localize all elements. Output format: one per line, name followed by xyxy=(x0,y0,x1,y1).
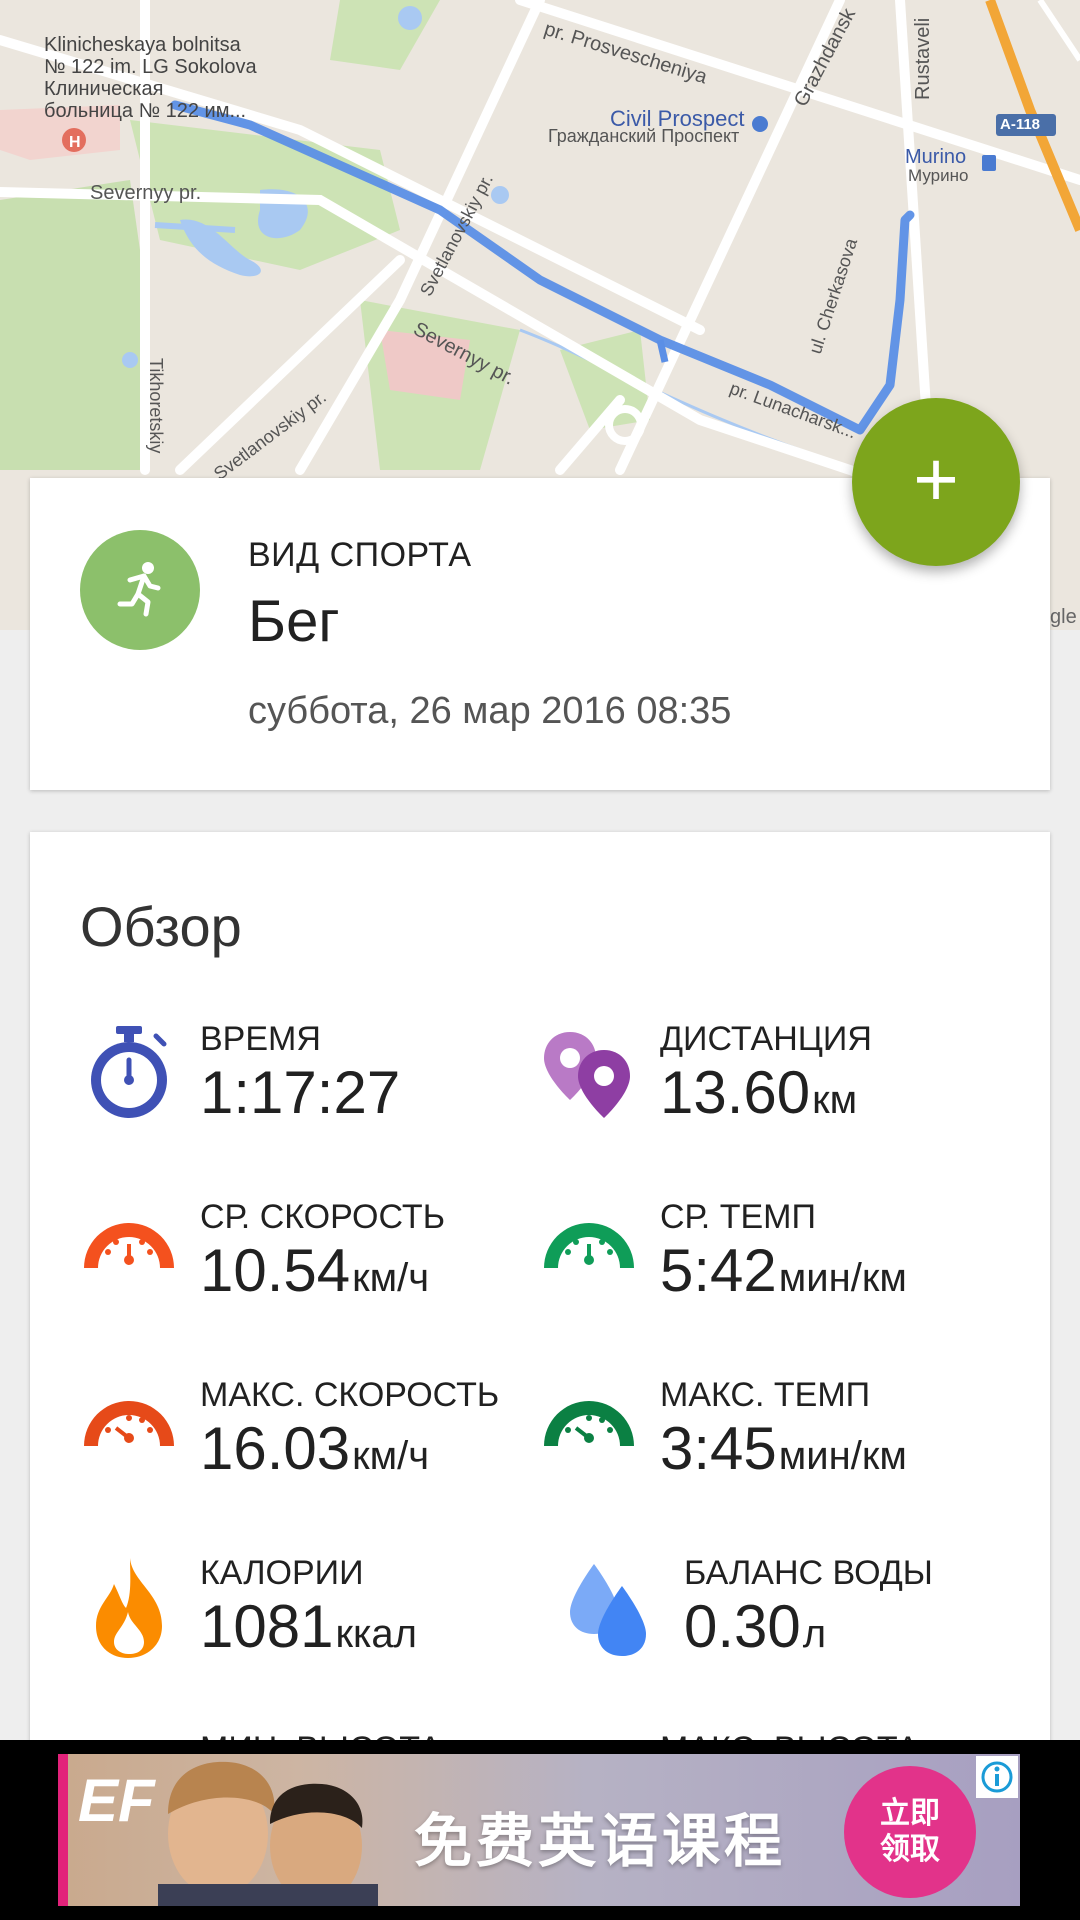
stat-distance-label: ДИСТАНЦИЯ xyxy=(660,1020,872,1058)
stat-avg-pace-unit: мин/км xyxy=(778,1256,907,1300)
stat-distance-unit: км xyxy=(812,1078,858,1122)
ad-banner[interactable]: EF 免费英语课程 立即 领取 xyxy=(58,1754,1020,1906)
map-label-hospital-ru-2: больница № 122 им... xyxy=(44,100,247,122)
max-pace-gauge-icon xyxy=(544,1401,634,1446)
ad-headline: 免费英语课程 xyxy=(414,1807,787,1875)
stat-calories: КАЛОРИИ 1081ккал xyxy=(80,1554,540,1694)
water-drops-icon xyxy=(570,1564,646,1656)
ef-logo: EF xyxy=(78,1767,155,1834)
stat-max-pace-unit: мин/км xyxy=(778,1434,907,1478)
stat-max-pace-label: МАКС. ТЕМП xyxy=(660,1376,871,1414)
ad-banner-bar: EF 免费英语课程 立即 领取 xyxy=(0,1740,1080,1920)
ad-cta-line-1: 立即 xyxy=(880,1796,940,1831)
stat-calories-label: КАЛОРИИ xyxy=(200,1554,364,1592)
stat-water-label: БАЛАНС ВОДЫ xyxy=(684,1554,933,1592)
sport-type-value: Бег xyxy=(248,589,340,654)
running-icon xyxy=(80,530,200,650)
stat-avg-pace-label: СР. ТЕМП xyxy=(660,1198,816,1236)
map-pins-icon xyxy=(544,1032,630,1118)
map-label-hospital-2: № 122 im. LG Sokolova xyxy=(44,56,257,78)
stat-max-speed-label: МАКС. СКОРОСТЬ xyxy=(200,1376,500,1414)
stat-max-speed-value: 16.03 xyxy=(200,1415,351,1482)
stat-water-unit: л xyxy=(802,1612,827,1656)
ad-cta-button[interactable]: 立即 领取 xyxy=(844,1766,976,1898)
speedometer-icon xyxy=(84,1223,174,1268)
stat-time: ВРЕМЯ 1:17:27 xyxy=(80,1020,540,1160)
stat-distance-value: 13.60 xyxy=(660,1059,811,1126)
stat-time-value: 1:17:27 xyxy=(200,1059,401,1126)
map-label-severnyy-1: Severnyy pr. xyxy=(90,182,202,204)
stat-avg-pace-value: 5:42 xyxy=(660,1237,777,1304)
sport-type-label: ВИД СПОРТА xyxy=(248,536,472,574)
stat-max-pace-value: 3:45 xyxy=(660,1415,777,1482)
add-button[interactable]: + xyxy=(852,398,1020,566)
ad-cta-line-2: 领取 xyxy=(880,1832,940,1867)
overview-title: Обзор xyxy=(80,895,242,958)
ad-accent-stripe xyxy=(58,1754,68,1906)
stat-calories-value: 1081 xyxy=(200,1593,334,1660)
stat-water-balance: БАЛАНС ВОДЫ 0.30л xyxy=(540,1554,1000,1694)
google-attribution: gle xyxy=(1050,606,1077,628)
stat-avg-speed-label: СР. СКОРОСТЬ xyxy=(200,1198,446,1236)
stat-max-speed-unit: км/ч xyxy=(352,1434,430,1478)
pace-gauge-icon xyxy=(544,1223,634,1268)
max-speedometer-icon xyxy=(84,1401,174,1446)
stopwatch-icon xyxy=(91,1026,167,1118)
plus-icon: + xyxy=(913,435,959,523)
stat-avg-speed-value: 10.54 xyxy=(200,1237,351,1304)
stat-distance: ДИСТАНЦИЯ 13.60км xyxy=(540,1020,1000,1160)
ad-people-image xyxy=(158,1761,378,1906)
stat-time-label: ВРЕМЯ xyxy=(200,1020,321,1058)
map-label-tikhoretskiy: Tikhoretskiy xyxy=(146,358,166,454)
stat-avg-speed: СР. СКОРОСТЬ 10.54км/ч xyxy=(80,1198,540,1338)
stat-max-pace: МАКС. ТЕМП 3:45мин/км xyxy=(540,1376,1000,1516)
map-label-hospital-ru: Клиническая xyxy=(44,78,164,100)
flame-icon xyxy=(96,1558,162,1658)
map-label-rustaveli: Rustaveli xyxy=(912,17,934,100)
stat-avg-pace: СР. ТЕМП 5:42мин/км xyxy=(540,1198,1000,1338)
map-label-hospital: Klinicheskaya bolnitsa xyxy=(44,34,241,56)
map-label-civil-prospect-ru: Гражданский Проспект xyxy=(548,126,740,146)
ad-info-icon[interactable] xyxy=(976,1756,1018,1798)
workout-datetime: суббота, 26 мар 2016 08:35 xyxy=(248,690,732,732)
stat-calories-unit: ккал xyxy=(335,1612,417,1656)
stat-water-value: 0.30 xyxy=(684,1593,801,1660)
road-badge: A-118 xyxy=(1000,116,1041,133)
stat-avg-speed-unit: км/ч xyxy=(352,1256,430,1300)
stat-max-speed: МАКС. СКОРОСТЬ 16.03км/ч xyxy=(80,1376,540,1516)
svg-text:H: H xyxy=(69,134,81,151)
map-label-murino-ru: Мурино xyxy=(908,166,969,185)
